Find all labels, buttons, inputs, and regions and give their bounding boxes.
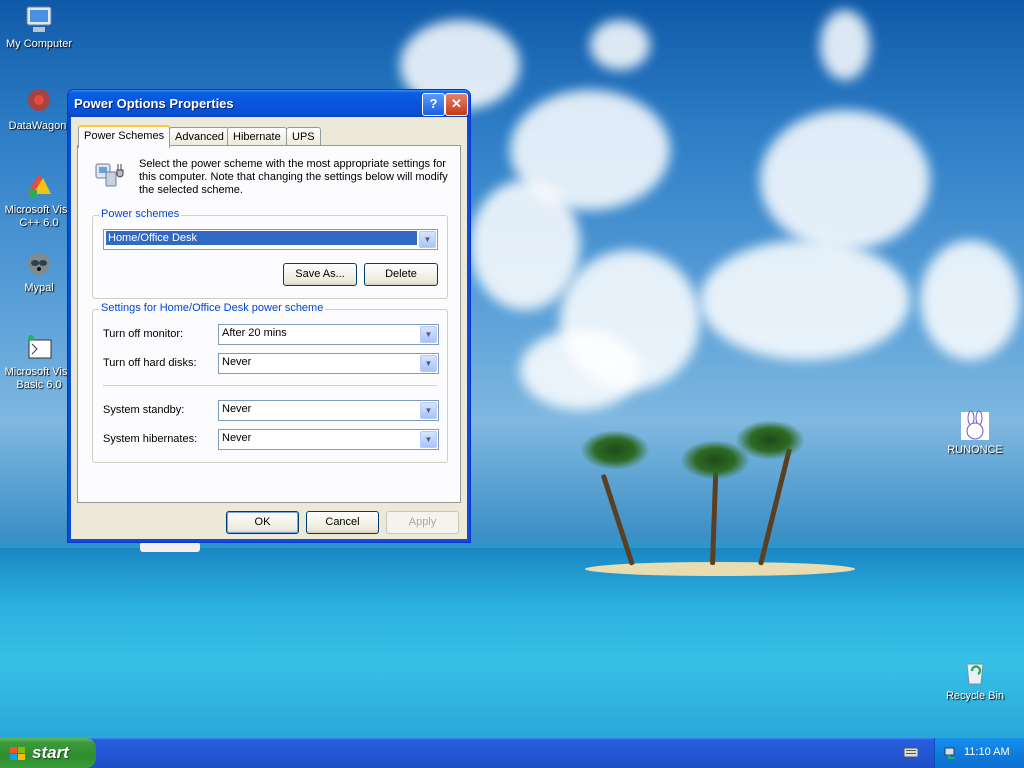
rabbit-icon bbox=[959, 410, 991, 442]
turn-off-hard-disks-label: Turn off hard disks: bbox=[103, 357, 197, 369]
power-options-window: Power Options Properties ? ✕ Power Schem… bbox=[67, 89, 471, 543]
turn-off-monitor-label: Turn off monitor: bbox=[103, 328, 184, 340]
system-standby-label: System standby: bbox=[103, 404, 185, 416]
title-bar[interactable]: Power Options Properties ? ✕ bbox=[68, 90, 470, 117]
system-standby-dropdown[interactable]: Never ▼ bbox=[218, 400, 439, 421]
scheme-settings-group-label: Settings for Home/Office Desk power sche… bbox=[99, 302, 326, 314]
window-title: Power Options Properties bbox=[74, 96, 234, 111]
power-scheme-dropdown[interactable]: Home/Office Desk ▼ bbox=[103, 229, 438, 250]
visual-cpp-icon bbox=[23, 170, 55, 202]
window-frame-bottom bbox=[68, 539, 470, 542]
tab-power-schemes[interactable]: Power Schemes bbox=[78, 125, 171, 148]
desktop-icon-label: My Computer bbox=[5, 38, 73, 50]
help-icon: ? bbox=[429, 96, 438, 111]
system-hibernates-dropdown[interactable]: Never ▼ bbox=[218, 429, 439, 450]
tab-ups[interactable]: UPS bbox=[286, 127, 321, 146]
desktop-icon-my-computer[interactable]: My Computer bbox=[0, 4, 78, 51]
visual-basic-icon bbox=[23, 332, 55, 364]
settings-separator bbox=[103, 385, 437, 386]
system-hibernates-label: System hibernates: bbox=[103, 433, 198, 445]
clock[interactable]: 11:10 AM bbox=[964, 746, 1010, 758]
raccoon-icon bbox=[23, 248, 55, 280]
chevron-down-icon[interactable]: ▼ bbox=[420, 355, 437, 372]
desktop-icon-recycle-bin[interactable]: Recycle Bin bbox=[936, 656, 1014, 703]
datawagon-icon bbox=[23, 86, 55, 118]
network-icon[interactable] bbox=[943, 745, 959, 761]
intro-description: Select the power scheme with the most ap… bbox=[139, 158, 448, 196]
taskbar: start 11:10 AM bbox=[0, 738, 1024, 768]
scheme-settings-group: Settings for Home/Office Desk power sche… bbox=[92, 302, 448, 463]
power-schemes-group: Power schemes Home/Office Desk ▼ Save As… bbox=[92, 208, 448, 299]
tab-hibernate[interactable]: Hibernate bbox=[227, 127, 287, 146]
system-standby-value: Never bbox=[222, 403, 252, 415]
power-scheme-icon bbox=[92, 158, 126, 190]
power-schemes-panel: Select the power scheme with the most ap… bbox=[77, 145, 461, 503]
turn-off-hard-disks-value: Never bbox=[222, 356, 252, 368]
start-button[interactable]: start bbox=[0, 738, 96, 768]
desktop-icon-runonce[interactable]: RUNONCE bbox=[936, 410, 1014, 457]
recycle-bin-icon bbox=[959, 656, 991, 688]
desktop-icon-label: Recycle Bin bbox=[945, 690, 1005, 702]
cancel-button[interactable]: Cancel bbox=[306, 511, 379, 534]
chevron-down-icon[interactable]: ▼ bbox=[420, 326, 437, 343]
power-scheme-value: Home/Office Desk bbox=[106, 231, 417, 245]
help-button[interactable]: ? bbox=[422, 93, 445, 116]
window-frame-left bbox=[68, 117, 71, 542]
chevron-down-icon[interactable]: ▼ bbox=[420, 431, 437, 448]
start-label: start bbox=[32, 743, 69, 762]
turn-off-hard-disks-dropdown[interactable]: Never ▼ bbox=[218, 353, 439, 374]
close-button[interactable]: ✕ bbox=[445, 93, 468, 116]
computer-icon bbox=[23, 4, 55, 36]
apply-button[interactable]: Apply bbox=[386, 511, 459, 534]
keyboard-icon[interactable] bbox=[903, 746, 919, 758]
window-frame-right bbox=[467, 117, 470, 542]
turn-off-monitor-dropdown[interactable]: After 20 mins ▼ bbox=[218, 324, 439, 345]
chevron-down-icon[interactable]: ▼ bbox=[420, 402, 437, 419]
close-icon: ✕ bbox=[451, 96, 462, 111]
ok-button[interactable]: OK bbox=[226, 511, 299, 534]
system-hibernates-value: Never bbox=[222, 432, 252, 444]
delete-button[interactable]: Delete bbox=[364, 263, 438, 286]
tab-advanced[interactable]: Advanced bbox=[169, 127, 230, 146]
turn-off-monitor-value: After 20 mins bbox=[222, 327, 287, 339]
windows-logo-icon bbox=[10, 746, 26, 760]
desktop-icon-label: RUNONCE bbox=[947, 444, 1003, 456]
chevron-down-icon[interactable]: ▼ bbox=[419, 231, 436, 248]
power-schemes-group-label: Power schemes bbox=[99, 208, 182, 220]
save-as-button[interactable]: Save As... bbox=[283, 263, 357, 286]
